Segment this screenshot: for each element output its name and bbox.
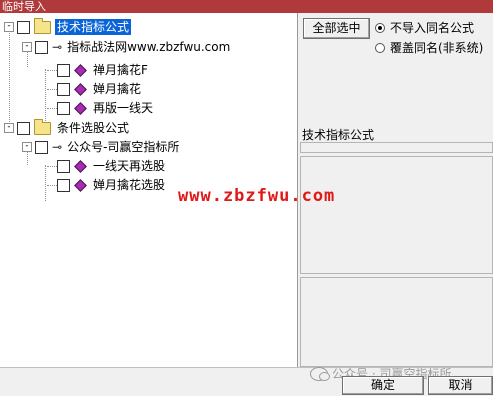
formula-gem-icon (74, 101, 87, 115)
detail-title: 技术指标公式 (302, 128, 375, 142)
tree-group-label[interactable]: 技术指标公式 (55, 19, 132, 35)
tree-subgroup-zbzfwu[interactable]: - ⊸ 指标战法网www.zbzfwu.com (22, 38, 232, 56)
tree-line (47, 166, 57, 167)
subgroup-checkbox[interactable] (35, 40, 48, 54)
tree-line (47, 108, 57, 109)
tree-item[interactable]: 再版一线天 (57, 99, 155, 117)
tree-line (47, 89, 57, 90)
folder-icon (34, 118, 51, 135)
radio-skip-same-name[interactable]: 不导入同名公式 (375, 19, 474, 36)
tree-item-label[interactable]: 禅月擒花F (91, 62, 150, 78)
collapse-toggle[interactable]: - (4, 22, 14, 32)
key-icon: ⊸ (52, 140, 62, 154)
formula-gem-icon (74, 159, 87, 173)
ok-button[interactable]: 确定 (342, 376, 424, 395)
tree-item[interactable]: 一线天再选股 (57, 157, 167, 175)
item-checkbox[interactable] (57, 159, 70, 173)
tree-line (9, 30, 10, 130)
tree-line (47, 70, 57, 71)
tree-line (45, 69, 46, 123)
select-all-button[interactable]: 全部选中 (303, 18, 370, 39)
subgroup-checkbox[interactable] (35, 140, 48, 154)
tree-line (47, 185, 57, 186)
cancel-button[interactable]: 取消 (428, 376, 493, 395)
tree-item-label[interactable]: 再版一线天 (91, 100, 155, 116)
collapse-toggle[interactable]: - (22, 42, 32, 52)
site-watermark: www.zbzfwu.com (178, 186, 336, 206)
radio-label: 不导入同名公式 (390, 21, 475, 35)
radio-button[interactable] (375, 42, 385, 53)
tree-item[interactable]: 禅月擒花F (57, 61, 150, 79)
group-checkbox[interactable] (17, 20, 30, 34)
tree-subgroup-label[interactable]: 公众号-司赢空指标所 (65, 139, 181, 155)
tree-item-label[interactable]: 一线天再选股 (91, 158, 167, 174)
tree-subgroup-gongzhonghao[interactable]: - ⊸ 公众号-司赢空指标所 (22, 138, 181, 156)
wechat-icon (310, 366, 330, 381)
item-checkbox[interactable] (57, 63, 70, 77)
item-checkbox[interactable] (57, 178, 70, 192)
radio-label: 覆盖同名(非系统) (390, 41, 484, 55)
folder-icon (34, 17, 51, 34)
formula-description-box[interactable] (300, 156, 493, 274)
tree-group-label[interactable]: 条件选股公式 (55, 120, 131, 136)
tree-item-label[interactable]: 婵月擒花 (91, 81, 143, 97)
group-checkbox[interactable] (17, 121, 30, 135)
formula-gem-icon (74, 178, 87, 192)
collapse-toggle[interactable]: - (22, 142, 32, 152)
tree-item-label[interactable]: 婵月擒花选股 (91, 177, 167, 193)
window-title: 临时导入 (0, 0, 493, 13)
tree-item[interactable]: 婵月擒花选股 (57, 176, 167, 194)
tree-line (45, 165, 46, 201)
formula-gem-icon (74, 82, 87, 96)
tree-group-stock-selection[interactable]: - 条件选股公式 (4, 118, 131, 137)
radio-overwrite-same-name[interactable]: 覆盖同名(非系统) (375, 39, 483, 56)
formula-gem-icon (74, 63, 87, 77)
radio-button[interactable] (375, 22, 385, 33)
item-checkbox[interactable] (57, 82, 70, 96)
item-checkbox[interactable] (57, 101, 70, 115)
key-icon: ⊸ (52, 40, 62, 54)
detail-divider (300, 142, 493, 153)
formula-source-box[interactable] (300, 277, 493, 367)
collapse-toggle[interactable]: - (4, 123, 14, 133)
tree-subgroup-label[interactable]: 指标战法网www.zbzfwu.com (65, 39, 232, 55)
tree-group-technical-indicators[interactable]: - 技术指标公式 (4, 17, 132, 36)
tree-item[interactable]: 婵月擒花 (57, 80, 143, 98)
